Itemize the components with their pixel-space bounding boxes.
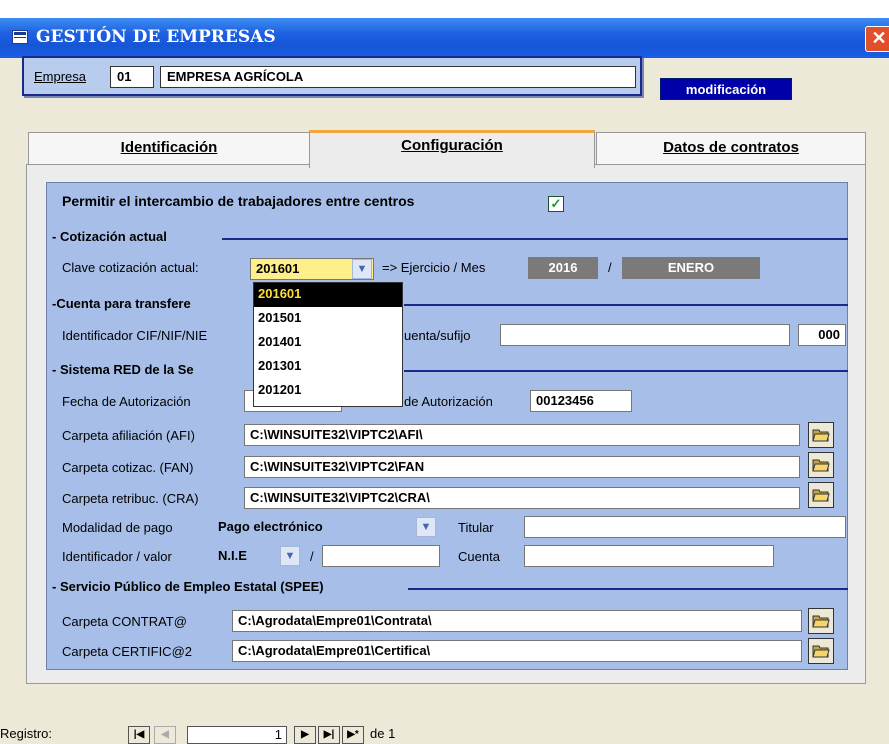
prev-record-icon[interactable]: ◀ <box>154 726 176 744</box>
titular-field[interactable] <box>524 516 846 538</box>
fan-label: Carpeta cotizac. (FAN) <box>62 460 194 475</box>
clave-label: Clave cotización actual: <box>62 260 199 275</box>
num-aut-label: de Autorización <box>404 394 493 409</box>
tab-label: Identificación <box>120 139 218 156</box>
identificador-sep: / <box>310 549 314 564</box>
cuenta-field[interactable] <box>524 545 774 567</box>
last-record-icon[interactable]: ▶| <box>318 726 340 744</box>
record-count: de 1 <box>370 726 396 741</box>
intercambio-checkbox[interactable]: ✓ <box>548 196 564 212</box>
cuenta-sufijo-label: uenta/sufijo <box>404 328 471 343</box>
ejercicio-label: => Ejercicio / Mes <box>382 260 486 275</box>
clave-dropdown-list: 201601 201501 201401 201301 201201 <box>253 282 403 407</box>
intercambio-label: Permitir el intercambio de trabajadores … <box>62 193 415 209</box>
fan-browse-button[interactable] <box>808 452 834 478</box>
contrat-field[interactable]: C:\Agrodata\Empre01\Contrata\ <box>232 610 802 632</box>
chevron-down-icon[interactable]: ▼ <box>352 259 372 279</box>
contrat-label: Carpeta CONTRAT@ <box>62 614 187 629</box>
modalidad-label: Modalidad de pago <box>62 520 173 535</box>
section-cotizacion: - Cotización actual <box>52 229 167 244</box>
certific-label: Carpeta CERTIFIC@2 <box>62 644 192 659</box>
certific-field[interactable]: C:\Agrodata\Empre01\Certifica\ <box>232 640 802 662</box>
empresa-header: Empresa 01 EMPRESA AGRÍCOLA <box>22 56 642 96</box>
modalidad-combo[interactable]: Pago electrónico <box>212 516 440 538</box>
folder-open-icon <box>812 489 830 502</box>
chevron-down-icon[interactable]: ▼ <box>416 517 436 537</box>
empresa-code-field[interactable]: 01 <box>110 66 154 88</box>
folder-open-icon <box>812 429 830 442</box>
cuenta-label: Cuenta <box>458 549 500 564</box>
dropdown-option[interactable]: 201401 <box>254 331 402 355</box>
cra-label: Carpeta retribuc. (CRA) <box>62 491 199 506</box>
tab-configuracion[interactable]: Configuración <box>309 130 595 168</box>
num-aut-field[interactable]: 00123456 <box>530 390 632 412</box>
tab-label: Datos de contratos <box>663 139 799 156</box>
afi-label: Carpeta afiliación (AFI) <box>62 428 195 443</box>
folder-open-icon <box>812 615 830 628</box>
sufijo-field[interactable]: 000 <box>798 324 846 346</box>
section-spee: - Servicio Público de Empleo Estatal (SP… <box>52 579 324 594</box>
chevron-down-icon[interactable]: ▼ <box>280 546 300 566</box>
dropdown-option[interactable]: 201601 <box>254 283 402 307</box>
tab-identificacion[interactable]: Identificación <box>28 132 310 166</box>
close-icon[interactable]: ✕ <box>865 26 889 52</box>
fan-field[interactable]: C:\WINSUITE32\VIPTC2\FAN <box>244 456 800 478</box>
tab-datos-contratos[interactable]: Datos de contratos <box>596 132 866 166</box>
ejercicio-year: 2016 <box>528 257 598 279</box>
section-divider <box>222 238 848 240</box>
identificador-label: Identificador / valor <box>62 549 172 564</box>
tab-label: Configuración <box>401 137 503 154</box>
first-record-icon[interactable]: |◀ <box>128 726 150 744</box>
section-cuenta: -Cuenta para transfere <box>52 296 191 311</box>
folder-open-icon <box>812 645 830 658</box>
fecha-aut-label: Fecha de Autorización <box>62 394 191 409</box>
new-record-icon[interactable]: ▶* <box>342 726 364 744</box>
empresa-label-text: Empresa <box>34 69 87 84</box>
ejercicio-sep: / <box>608 260 612 275</box>
section-divider <box>408 588 848 590</box>
valor-field[interactable] <box>322 545 440 567</box>
section-divider <box>404 304 848 306</box>
dropdown-option[interactable]: 201301 <box>254 355 402 379</box>
checkmark-icon: ✓ <box>550 196 562 211</box>
section-red: - Sistema RED de la Se <box>52 362 194 377</box>
empresa-label: Empresa <box>34 69 86 84</box>
ejercicio-month: ENERO <box>622 257 760 279</box>
cif-label: Identificador CIF/NIF/NIE <box>62 328 208 343</box>
cra-field[interactable]: C:\WINSUITE32\VIPTC2\CRA\ <box>244 487 800 509</box>
next-record-icon[interactable]: ▶ <box>294 726 316 744</box>
empresa-name-field[interactable]: EMPRESA AGRÍCOLA <box>160 66 636 88</box>
dropdown-option[interactable]: 201501 <box>254 307 402 331</box>
titular-label: Titular <box>458 520 494 535</box>
certific-browse-button[interactable] <box>808 638 834 664</box>
dropdown-option[interactable]: 201201 <box>254 379 402 403</box>
contrat-browse-button[interactable] <box>808 608 834 634</box>
afi-field[interactable]: C:\WINSUITE32\VIPTC2\AFI\ <box>244 424 800 446</box>
folder-open-icon <box>812 459 830 472</box>
cuenta-sufijo-field[interactable] <box>500 324 790 346</box>
record-navigator: Registro: |◀ ◀ 1 ▶ ▶| ▶* de 1 <box>0 720 889 744</box>
title-bar: GESTIÓN DE EMPRESAS ✕ <box>0 18 889 58</box>
section-divider <box>404 370 848 372</box>
registro-label: Registro: <box>0 726 53 741</box>
mode-badge: modificación <box>660 78 792 100</box>
window-title: GESTIÓN DE EMPRESAS <box>36 27 276 47</box>
cra-browse-button[interactable] <box>808 482 834 508</box>
app-icon <box>12 30 28 44</box>
afi-browse-button[interactable] <box>808 422 834 448</box>
record-number-input[interactable]: 1 <box>187 726 287 744</box>
